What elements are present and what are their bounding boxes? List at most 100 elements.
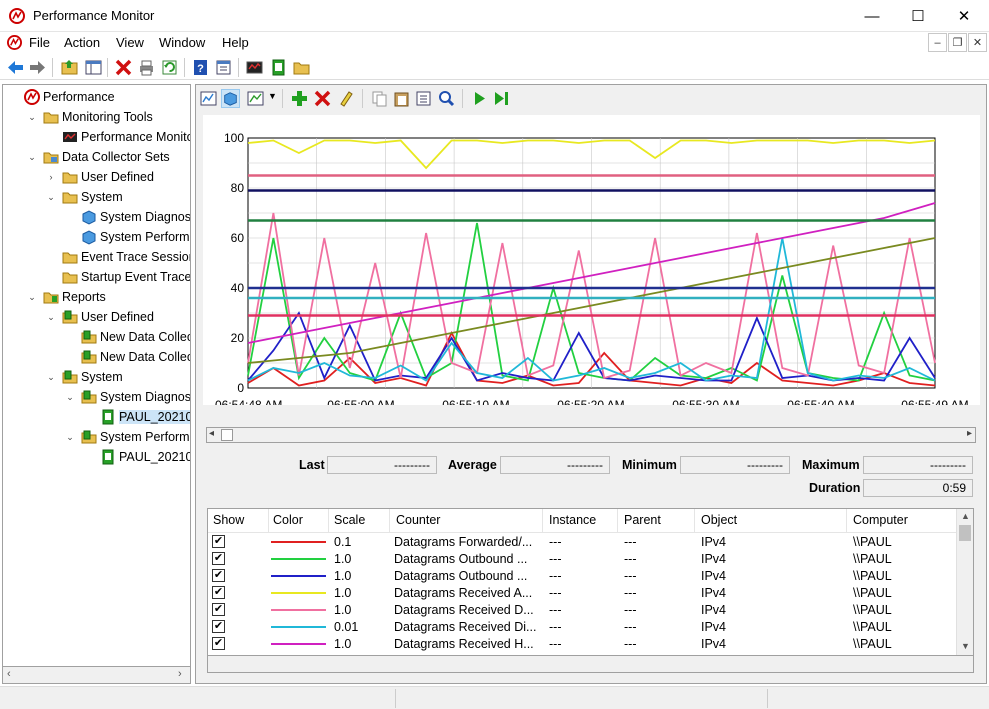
tree-item[interactable]: Performance bbox=[7, 87, 115, 107]
properties-icon[interactable] bbox=[214, 58, 233, 77]
tree-item[interactable]: System Diagnostics bbox=[64, 207, 190, 227]
column-divider[interactable] bbox=[694, 509, 695, 533]
system-menu-icon[interactable] bbox=[7, 35, 22, 50]
chevron-down-icon[interactable]: ⌄ bbox=[45, 192, 57, 203]
tree-item[interactable]: › User Defined bbox=[45, 167, 154, 187]
graph-time-scrollbar[interactable]: ◂ ▸ bbox=[206, 427, 976, 443]
menu-file[interactable]: File bbox=[29, 35, 50, 50]
column-header-object[interactable]: Object bbox=[701, 513, 737, 527]
close-button[interactable]: ✕ bbox=[941, 0, 987, 32]
column-header-computer[interactable]: Computer bbox=[853, 513, 908, 527]
up-folder-icon[interactable] bbox=[60, 58, 79, 77]
column-divider[interactable] bbox=[542, 509, 543, 533]
column-divider[interactable] bbox=[617, 509, 618, 533]
zoom-icon[interactable] bbox=[437, 89, 456, 108]
chevron-down-icon[interactable]: ⌄ bbox=[26, 292, 38, 303]
chevron-down-icon[interactable]: ⌄ bbox=[64, 392, 76, 403]
tree-item[interactable]: ⌄ Monitoring Tools bbox=[26, 107, 153, 127]
tree-item[interactable]: Performance Monitor bbox=[45, 127, 190, 147]
counter-row[interactable]: ✔ 1.0 Datagrams Received D... --- --- IPv4 \\P… bbox=[208, 602, 956, 619]
scrollbar-thumb[interactable] bbox=[221, 429, 233, 441]
counter-row[interactable]: ✔ 1.0 Datagrams Outbound ... --- --- IPv4 \\PA… bbox=[208, 568, 956, 585]
view-log-data-icon[interactable] bbox=[221, 89, 240, 108]
show-hide-console-tree-icon[interactable] bbox=[84, 58, 103, 77]
column-header-scale[interactable]: Scale bbox=[334, 513, 365, 527]
graph-type-dropdown-icon[interactable]: ▼ bbox=[268, 91, 277, 101]
copy-properties-icon[interactable] bbox=[370, 89, 389, 108]
mdi-restore-button[interactable]: ❐ bbox=[948, 33, 967, 52]
maximize-button[interactable]: ☐ bbox=[895, 0, 941, 32]
column-divider[interactable] bbox=[389, 509, 390, 533]
column-header-instance[interactable]: Instance bbox=[549, 513, 596, 527]
forward-arrow-icon[interactable] bbox=[28, 58, 47, 77]
counter-row[interactable]: ✔ 0.1 Datagrams Forwarded/... --- --- IPv4 \\P… bbox=[208, 534, 956, 551]
counter-row[interactable]: ✔ 1.0 Datagrams Outbound ... --- --- IPv4 \\PA… bbox=[208, 551, 956, 568]
tree-item[interactable]: New Data Collector Set bbox=[64, 327, 190, 347]
column-header-color[interactable]: Color bbox=[273, 513, 303, 527]
column-divider[interactable] bbox=[268, 509, 269, 533]
show-checkbox[interactable]: ✔ bbox=[212, 535, 225, 548]
show-checkbox[interactable]: ✔ bbox=[212, 586, 225, 599]
column-divider[interactable] bbox=[846, 509, 847, 533]
menu-action[interactable]: Action bbox=[64, 35, 100, 50]
tree-item[interactable]: ⌄ System bbox=[45, 187, 122, 207]
back-arrow-icon[interactable] bbox=[6, 58, 25, 77]
delete-icon[interactable] bbox=[114, 58, 133, 77]
performance-graph[interactable]: 100 80 60 40 20 0 06:54:48 AM 06:55:00 AM 06:55:… bbox=[203, 115, 980, 405]
column-header-show[interactable]: Show bbox=[213, 513, 244, 527]
performance-monitor-icon[interactable] bbox=[245, 58, 264, 77]
chevron-down-icon[interactable]: ⌄ bbox=[45, 312, 57, 323]
step-forward-icon[interactable] bbox=[492, 89, 511, 108]
tree-item[interactable]: ⌄ User Defined bbox=[45, 307, 154, 327]
tree-item[interactable]: Startup Event Trace Sessions bbox=[45, 267, 190, 287]
mdi-minimize-button[interactable]: – bbox=[928, 33, 947, 52]
minimize-button[interactable]: — bbox=[849, 0, 895, 32]
show-checkbox[interactable]: ✔ bbox=[212, 620, 225, 633]
properties-icon[interactable] bbox=[414, 89, 433, 108]
counter-list-scrollbar[interactable]: ▲ ▼ bbox=[956, 509, 973, 655]
mdi-close-button[interactable]: ✕ bbox=[968, 33, 987, 52]
folder-icon[interactable] bbox=[292, 58, 311, 77]
tree-item[interactable]: Event Trace Sessions bbox=[45, 247, 190, 267]
chevron-down-icon[interactable]: ⌄ bbox=[45, 372, 57, 383]
tree-horizontal-scrollbar[interactable]: ‹ › bbox=[2, 666, 191, 684]
delete-counter-icon[interactable] bbox=[313, 89, 332, 108]
add-counter-icon[interactable] bbox=[290, 89, 309, 108]
chevron-down-icon[interactable]: ⌄ bbox=[26, 112, 38, 123]
tree-item[interactable]: New Data Collector Set bbox=[64, 347, 190, 367]
paste-counter-list-icon[interactable] bbox=[392, 89, 411, 108]
menu-help[interactable]: Help bbox=[222, 35, 249, 50]
tree-item[interactable]: ⌄ Data Collector Sets bbox=[26, 147, 169, 167]
tree-item[interactable]: PAUL_20210614 bbox=[83, 447, 190, 467]
show-checkbox[interactable]: ✔ bbox=[212, 637, 225, 650]
tree-item[interactable]: ⌄ System Performance bbox=[64, 427, 190, 447]
show-checkbox[interactable]: ✔ bbox=[212, 603, 225, 616]
chevron-down-icon[interactable]: ⌄ bbox=[64, 432, 76, 443]
scrollbar-thumb[interactable] bbox=[959, 525, 971, 541]
column-header-parent[interactable]: Parent bbox=[624, 513, 661, 527]
counter-row[interactable]: ✔ 1.0 Datagrams Received A... --- --- IPv4 \\P… bbox=[208, 585, 956, 602]
refresh-icon[interactable] bbox=[160, 58, 179, 77]
print-icon[interactable] bbox=[137, 58, 156, 77]
chevron-right-icon[interactable]: › bbox=[45, 172, 57, 182]
menu-window[interactable]: Window bbox=[159, 35, 205, 50]
change-graph-type-icon[interactable] bbox=[246, 89, 265, 108]
tree-item[interactable]: System Performance bbox=[64, 227, 190, 247]
counter-row[interactable]: ✔ 0.01 Datagrams Received Di... --- --- IPv4 \… bbox=[208, 619, 956, 636]
tree-item[interactable]: PAUL_20210614 bbox=[83, 407, 190, 427]
help-icon[interactable]: ? bbox=[191, 58, 210, 77]
tree-item[interactable]: ⌄ System bbox=[45, 367, 122, 387]
show-checkbox[interactable]: ✔ bbox=[212, 552, 225, 565]
menu-view[interactable]: View bbox=[116, 35, 144, 50]
chevron-down-icon[interactable]: ⌄ bbox=[26, 152, 38, 163]
play-icon[interactable] bbox=[470, 89, 489, 108]
report-green-icon[interactable] bbox=[269, 58, 288, 77]
counter-row[interactable]: ✔ 1.0 Datagrams Received H... --- --- IPv4 \\P… bbox=[208, 636, 956, 653]
view-current-activity-icon[interactable] bbox=[199, 89, 218, 108]
highlight-icon[interactable] bbox=[336, 89, 355, 108]
tree-item[interactable]: ⌄ Reports bbox=[26, 287, 106, 307]
column-header-counter[interactable]: Counter bbox=[396, 513, 440, 527]
column-divider[interactable] bbox=[328, 509, 329, 533]
show-checkbox[interactable]: ✔ bbox=[212, 569, 225, 582]
tree-item[interactable]: ⌄ System Diagnostics bbox=[64, 387, 190, 407]
